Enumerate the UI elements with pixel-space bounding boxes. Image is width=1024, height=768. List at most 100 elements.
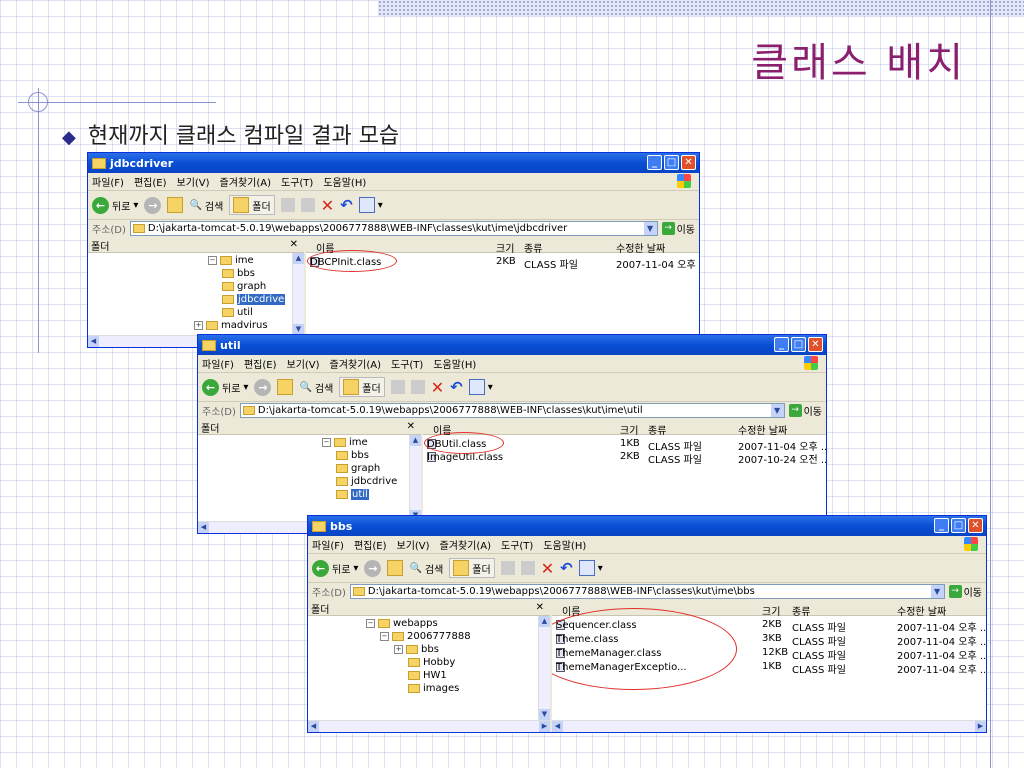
menu-file[interactable]: 파일(F) [92, 174, 124, 189]
back-button[interactable]: ← 뒤로 ▾ [312, 559, 358, 577]
collapse-icon[interactable]: − [322, 438, 331, 447]
tree-node[interactable]: + bbs [366, 643, 471, 656]
tree-node[interactable]: images [366, 682, 471, 695]
chevron-down-icon[interactable]: ▼ [643, 221, 657, 235]
file-row[interactable]: ThemeManager.class 12KB CLASS 파일 2007-11… [552, 646, 986, 662]
go-button[interactable]: → 이동 [661, 221, 695, 236]
folders-button[interactable]: 폴더 [449, 558, 495, 578]
copy-to-button[interactable] [300, 198, 315, 212]
menu-tools[interactable]: 도구(T) [501, 537, 533, 552]
expand-icon[interactable]: + [194, 321, 203, 330]
horizontal-scrollbar[interactable]: ◀ ▶ [552, 720, 986, 732]
tree-node[interactable]: − webapps [366, 617, 471, 630]
vertical-scrollbar[interactable]: ▲▼ [292, 253, 304, 335]
scroll-up-icon[interactable]: ▲ [539, 616, 550, 627]
undo-button[interactable]: ↶ [450, 378, 463, 396]
move-to-button[interactable] [280, 198, 295, 212]
move-to-button[interactable] [390, 380, 405, 394]
up-folder-button[interactable] [167, 197, 184, 213]
tree-node[interactable]: Hobby [366, 656, 471, 669]
column-name[interactable]: 이름 [562, 603, 580, 618]
forward-button[interactable]: → [144, 196, 162, 214]
menu-view[interactable]: 보기(V) [177, 174, 210, 189]
file-row[interactable]: ThemeManagerExceptio... 1KB CLASS 파일 200… [552, 660, 986, 676]
close-button[interactable]: ✕ [968, 518, 983, 533]
delete-button[interactable]: ✕ [431, 378, 444, 397]
tree-node[interactable]: graph [322, 462, 397, 475]
go-button[interactable]: → 이동 [948, 584, 982, 599]
close-button[interactable]: ✕ [808, 337, 823, 352]
minimize-button[interactable]: _ [774, 337, 789, 352]
column-type[interactable]: 종류 [792, 603, 810, 618]
column-name[interactable]: 이름 [316, 240, 334, 255]
file-row[interactable]: Sequencer.class 2KB CLASS 파일 2007-11-04 … [552, 618, 986, 634]
delete-button[interactable]: ✕ [541, 559, 554, 578]
scroll-down-icon[interactable]: ▼ [539, 709, 550, 720]
address-field[interactable]: D:\jakarta-tomcat-5.0.19\webapps\2006777… [129, 220, 658, 236]
menu-edit[interactable]: 편집(E) [134, 174, 167, 189]
undo-button[interactable]: ↶ [560, 559, 573, 577]
scroll-left-icon[interactable]: ◀ [88, 336, 99, 347]
column-modified[interactable]: 수정한 날짜 [897, 603, 946, 618]
copy-to-button[interactable] [520, 561, 535, 575]
menu-view[interactable]: 보기(V) [397, 537, 430, 552]
menu-favorites[interactable]: 즐겨찾기(A) [220, 174, 271, 189]
vertical-scrollbar[interactable]: ▲▼ [409, 435, 421, 521]
close-icon[interactable]: ✕ [536, 602, 544, 613]
undo-button[interactable]: ↶ [340, 196, 353, 214]
menu-help[interactable]: 도움말(H) [543, 537, 586, 552]
vertical-scrollbar[interactable]: ▲▼ [538, 616, 550, 720]
scroll-right-icon[interactable]: ▶ [975, 721, 986, 732]
maximize-button[interactable]: □ [664, 155, 679, 170]
tree-node[interactable]: HW1 [366, 669, 471, 682]
close-button[interactable]: ✕ [681, 155, 696, 170]
chevron-down-icon[interactable]: ▼ [770, 403, 784, 417]
close-icon[interactable]: ✕ [407, 421, 415, 432]
copy-to-button[interactable] [410, 380, 425, 394]
forward-button[interactable]: → [364, 559, 382, 577]
scroll-left-icon[interactable]: ◀ [198, 522, 209, 533]
maximize-button[interactable]: □ [951, 518, 966, 533]
tree-node[interactable]: − ime [208, 254, 285, 267]
minimize-button[interactable]: _ [647, 155, 662, 170]
maximize-button[interactable]: □ [791, 337, 806, 352]
tree-node[interactable]: util [208, 306, 285, 319]
tree-node[interactable]: bbs [208, 267, 285, 280]
file-row[interactable]: DBUtil.class 1KB CLASS 파일 2007-11-04 오후 … [423, 437, 826, 453]
column-size[interactable]: 크기 [496, 240, 514, 255]
column-type[interactable]: 종류 [524, 240, 542, 255]
menu-file[interactable]: 파일(F) [202, 356, 234, 371]
address-field[interactable]: D:\jakarta-tomcat-5.0.19\webapps\2006777… [349, 583, 945, 599]
close-icon[interactable]: ✕ [290, 239, 298, 250]
title-bar[interactable]: bbs _ □ ✕ [308, 516, 986, 536]
forward-button[interactable]: → [254, 378, 272, 396]
column-size[interactable]: 크기 [762, 603, 780, 618]
menu-help[interactable]: 도움말(H) [433, 356, 476, 371]
expand-icon[interactable]: + [394, 645, 403, 654]
title-bar[interactable]: jdbcdriver _ □ ✕ [88, 153, 699, 173]
menu-view[interactable]: 보기(V) [287, 356, 320, 371]
scroll-right-icon[interactable]: ▶ [539, 721, 550, 732]
menu-edit[interactable]: 편집(E) [244, 356, 277, 371]
collapse-icon[interactable]: − [380, 632, 389, 641]
folders-button[interactable]: 폴더 [339, 377, 385, 397]
title-bar[interactable]: util _ □ ✕ [198, 335, 826, 355]
tree-node[interactable]: bbs [322, 449, 397, 462]
move-to-button[interactable] [500, 561, 515, 575]
menu-favorites[interactable]: 즐겨찾기(A) [440, 537, 491, 552]
scroll-left-icon[interactable]: ◀ [552, 721, 563, 732]
up-folder-button[interactable] [387, 560, 404, 576]
column-size[interactable]: 크기 [620, 422, 638, 437]
views-button[interactable]: ▾ [578, 560, 603, 576]
address-field[interactable]: D:\jakarta-tomcat-5.0.19\webapps\2006777… [239, 402, 785, 418]
menu-edit[interactable]: 편집(E) [354, 537, 387, 552]
column-modified[interactable]: 수정한 날짜 [616, 240, 665, 255]
tree-node[interactable]: − 2006777888 [366, 630, 471, 643]
collapse-icon[interactable]: − [366, 619, 375, 628]
tree-node[interactable]: + madvirus [194, 319, 285, 332]
search-button[interactable]: 🔍 검색 [299, 380, 333, 395]
search-button[interactable]: 🔍 검색 [189, 198, 223, 213]
scroll-up-icon[interactable]: ▲ [410, 435, 421, 446]
horizontal-scrollbar[interactable]: ◀ ▶ [308, 720, 550, 732]
menu-tools[interactable]: 도구(T) [281, 174, 313, 189]
